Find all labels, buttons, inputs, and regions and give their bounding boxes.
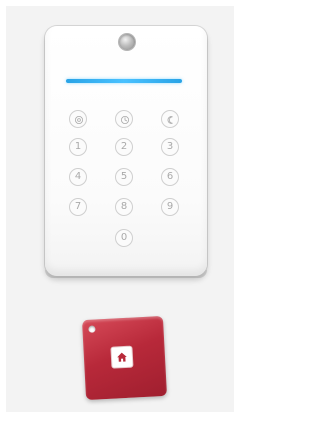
key-7[interactable]: 7 bbox=[69, 198, 87, 216]
key-4[interactable]: 4 bbox=[69, 168, 87, 186]
key-3[interactable]: 3 bbox=[161, 138, 179, 156]
moon-icon bbox=[167, 116, 173, 124]
key-0[interactable]: 0 bbox=[115, 229, 133, 247]
key-night-mode[interactable] bbox=[161, 110, 179, 128]
home-icon bbox=[117, 352, 127, 362]
fob-home-button[interactable] bbox=[111, 346, 133, 368]
key-6[interactable]: 6 bbox=[161, 168, 179, 186]
keyring-hole bbox=[88, 325, 96, 333]
alarm-keypad: 1 2 3 4 5 6 7 8 9 0 bbox=[45, 26, 207, 276]
key-home-mode[interactable] bbox=[115, 110, 133, 128]
status-led-bar bbox=[66, 79, 182, 83]
key-fob bbox=[81, 315, 168, 401]
key-5[interactable]: 5 bbox=[115, 168, 133, 186]
key-9[interactable]: 9 bbox=[161, 198, 179, 216]
key-2[interactable]: 2 bbox=[115, 138, 133, 156]
key-away-mode[interactable] bbox=[69, 110, 87, 128]
shield-home-icon bbox=[121, 116, 129, 124]
shield-away-icon bbox=[75, 116, 83, 124]
camera-lens-icon bbox=[119, 34, 135, 50]
key-8[interactable]: 8 bbox=[115, 198, 133, 216]
key-1[interactable]: 1 bbox=[69, 138, 87, 156]
